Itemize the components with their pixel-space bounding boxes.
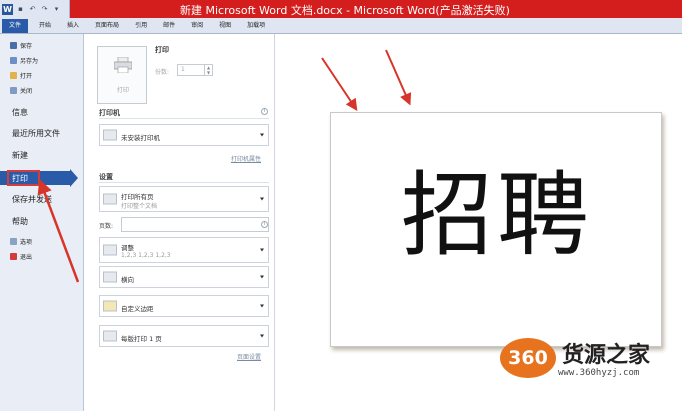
undo-icon[interactable]: ↶	[28, 4, 37, 14]
chevron-down-icon	[260, 248, 264, 252]
print-range-title: 打印所有页	[121, 193, 154, 201]
watermark-name: 货源之家	[562, 343, 651, 368]
nav-new[interactable]: 新建	[0, 148, 84, 162]
margins-icon	[103, 300, 117, 312]
info-icon[interactable]: i	[261, 221, 268, 228]
save-icon	[10, 41, 17, 49]
nav-info[interactable]: 信息	[0, 105, 84, 119]
tab-file[interactable]: 文件	[2, 19, 29, 33]
margins-dropdown[interactable]: 自定义边距	[99, 295, 269, 317]
pages-per-sheet-dropdown[interactable]: 每版打印 1 页	[99, 325, 269, 347]
orientation-dropdown[interactable]: 横向	[99, 266, 269, 288]
orientation-value: 横向	[121, 276, 134, 284]
divider	[99, 118, 269, 119]
printer-section-title: 打印机	[99, 109, 120, 117]
folder-icon	[10, 71, 17, 79]
chevron-down-icon	[260, 334, 264, 338]
tab-view[interactable]: 视图	[211, 19, 239, 33]
tab-review[interactable]: 审阅	[183, 19, 211, 33]
watermark-logo: 360	[500, 338, 556, 378]
pages-icon	[103, 193, 117, 205]
nav-recent[interactable]: 最近所用文件	[0, 126, 84, 140]
printer-properties-link[interactable]: 打印机属性	[231, 154, 261, 163]
title-bar: W ▪ ↶ ↷ ▾ 新建 Microsoft Word 文档.docx - Mi…	[0, 0, 682, 18]
pages-per-sheet-value: 每版打印 1 页	[121, 335, 162, 343]
copies-label: 份数:	[155, 69, 170, 76]
nav-options[interactable]: 选项	[0, 234, 84, 248]
nav-help[interactable]: 帮助	[0, 214, 84, 228]
nav-open-label: 打开	[20, 72, 33, 80]
orientation-icon	[103, 271, 117, 283]
save-icon[interactable]: ▪	[16, 4, 25, 14]
print-heading: 打印	[155, 46, 169, 54]
print-button[interactable]: 打印	[97, 46, 147, 104]
nav-close[interactable]: 关闭	[0, 83, 84, 97]
customize-icon[interactable]: ▾	[52, 4, 61, 14]
chevron-down-icon	[260, 197, 264, 201]
nav-options-label: 选项	[20, 238, 33, 246]
tab-page-layout[interactable]: 页面布局	[87, 19, 127, 33]
preview-content: 招聘	[400, 162, 593, 269]
tab-home[interactable]: 开始	[31, 19, 59, 33]
printer-name: 未安装打印机	[121, 134, 160, 142]
word-app-icon[interactable]: W	[2, 3, 13, 15]
tab-insert[interactable]: 插入	[59, 19, 87, 33]
print-button-label: 打印	[116, 87, 129, 94]
pages-input[interactable]	[121, 217, 269, 232]
watermark-url: www.360hyzj.com	[558, 368, 640, 378]
margins-value: 自定义边距	[121, 305, 154, 313]
nav-save-send[interactable]: 保存并发送	[0, 192, 84, 206]
collate-dropdown[interactable]: 调整 1,2,3 1,2,3 1,2,3	[99, 237, 269, 263]
settings-section-title: 设置	[99, 173, 113, 181]
chevron-down-icon	[260, 133, 264, 137]
page-setup-link[interactable]: 页面设置	[237, 352, 261, 361]
nav-save[interactable]: 保存	[0, 38, 84, 52]
info-icon[interactable]: i	[261, 108, 268, 115]
printer-dropdown[interactable]: 未安装打印机	[99, 124, 269, 146]
nav-exit[interactable]: 退出	[0, 249, 84, 263]
tab-mailings[interactable]: 邮件	[155, 19, 183, 33]
ribbon-tabs: 文件 开始 插入 页面布局 引用 邮件 审阅 视图 加载项	[0, 18, 682, 34]
save-as-icon	[10, 56, 17, 64]
nav-save-as-label: 另存为	[20, 57, 39, 65]
print-range-sub: 打印整个文档	[121, 203, 158, 210]
print-range-dropdown[interactable]: 打印所有页 打印整个文档	[99, 186, 269, 212]
nav-exit-label: 退出	[20, 253, 33, 261]
pages-label: 页数:	[99, 223, 114, 230]
printer-icon	[114, 57, 132, 73]
nav-print-wrap: 打印	[0, 169, 84, 187]
exit-icon	[10, 252, 17, 260]
tab-addins[interactable]: 加载项	[239, 19, 273, 33]
collate-title: 调整	[121, 244, 134, 252]
close-doc-icon	[10, 86, 17, 94]
copies-spin-buttons[interactable]: ▲ ▼	[204, 65, 212, 75]
redo-icon[interactable]: ↷	[40, 4, 49, 14]
chevron-down-icon	[260, 304, 264, 308]
pages-row: 页数: i	[99, 217, 269, 233]
collate-sub: 1,2,3 1,2,3 1,2,3	[121, 252, 171, 259]
nav-close-label: 关闭	[20, 87, 33, 95]
copies-value: 1	[181, 66, 185, 73]
printer-icon	[103, 129, 117, 141]
pages-per-sheet-icon	[103, 330, 117, 342]
copies-stepper[interactable]: 1 ▲ ▼	[177, 64, 213, 76]
nav-save-label: 保存	[20, 42, 33, 50]
collate-icon	[103, 244, 117, 256]
nav-save-as[interactable]: 另存为	[0, 53, 84, 67]
selected-pointer	[70, 169, 78, 187]
nav-open[interactable]: 打开	[0, 68, 84, 82]
preview-page: 招聘	[330, 112, 662, 347]
quick-access-toolbar: W ▪ ↶ ↷ ▾	[0, 0, 70, 18]
window-title: 新建 Microsoft Word 文档.docx - Microsoft Wo…	[180, 4, 510, 17]
annotation-highlight-box	[7, 170, 40, 186]
tab-references[interactable]: 引用	[127, 19, 155, 33]
chevron-down-icon	[260, 275, 264, 279]
divider	[99, 182, 269, 183]
print-settings-pane: 打印 打印 份数: 1 ▲ ▼ 打印机 i 未安装打印机 打印机属性 设置 打印所…	[85, 34, 275, 411]
backstage-nav: 保存 另存为 打开 关闭 信息 最近所用文件 新建 打印 保存并发送 帮助 选项…	[0, 34, 84, 411]
options-icon	[10, 237, 17, 245]
